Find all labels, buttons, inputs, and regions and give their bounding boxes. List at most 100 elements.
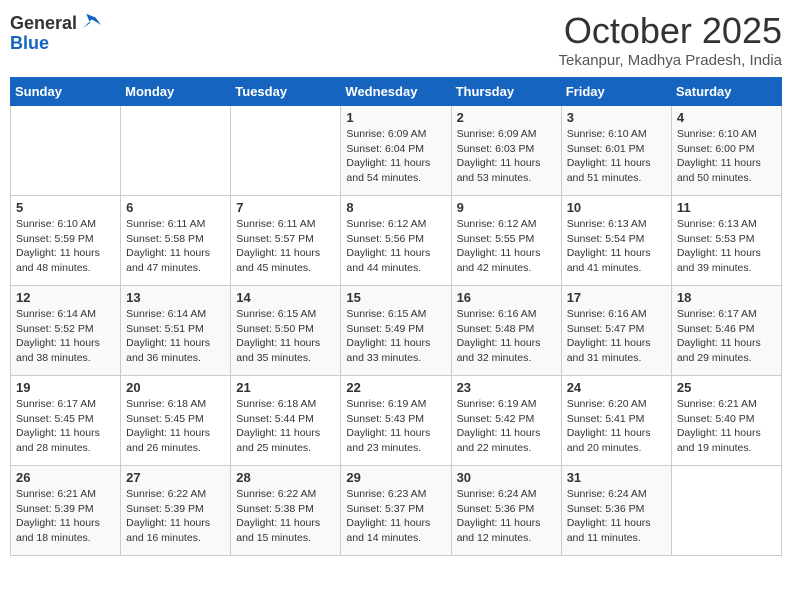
calendar-week-row: 26Sunrise: 6:21 AM Sunset: 5:39 PM Dayli… — [11, 466, 782, 556]
weekday-header-friday: Friday — [561, 78, 671, 106]
title-block: October 2025 Tekanpur, Madhya Pradesh, I… — [559, 10, 782, 69]
day-info: Sunrise: 6:13 AM Sunset: 5:54 PM Dayligh… — [567, 217, 666, 276]
day-info: Sunrise: 6:09 AM Sunset: 6:03 PM Dayligh… — [457, 127, 556, 186]
day-number: 14 — [236, 290, 335, 305]
day-number: 27 — [126, 470, 225, 485]
day-info: Sunrise: 6:12 AM Sunset: 5:56 PM Dayligh… — [346, 217, 445, 276]
day-number: 28 — [236, 470, 335, 485]
calendar-week-row: 12 Sunrise: 6:14 AM Sunset: 5:52 PM Dayli… — [11, 286, 782, 376]
day-number: 29 — [346, 470, 445, 485]
calendar-cell: 26Sunrise: 6:21 AM Sunset: 5:39 PM Dayli… — [11, 466, 121, 556]
weekday-header-saturday: Saturday — [671, 78, 781, 106]
calendar-cell: 13 Sunrise: 6:14 AM Sunset: 5:51 PM Dayli… — [121, 286, 231, 376]
day-info: Sunrise: 6:23 AM Sunset: 5:37 PM Dayligh… — [346, 487, 445, 546]
calendar-week-row: 1 Sunrise: 6:09 AM Sunset: 6:04 PM Daylig… — [11, 106, 782, 196]
day-info: Sunrise: 6:09 AM Sunset: 6:04 PM Dayligh… — [346, 127, 445, 186]
day-number: 21 — [236, 380, 335, 395]
day-info: Sunrise: 6:21 AM Sunset: 5:39 PM Dayligh… — [16, 487, 115, 546]
calendar-cell — [671, 466, 781, 556]
day-number: 1 — [346, 110, 445, 125]
calendar-cell: 11 Sunrise: 6:13 AM Sunset: 5:53 PM Dayli… — [671, 196, 781, 286]
calendar-cell: 15Sunrise: 6:15 AM Sunset: 5:49 PM Dayli… — [341, 286, 451, 376]
day-number: 19 — [16, 380, 115, 395]
calendar-cell: 29 Sunrise: 6:23 AM Sunset: 5:37 PM Dayli… — [341, 466, 451, 556]
calendar-cell: 5 Sunrise: 6:10 AM Sunset: 5:59 PM Daylig… — [11, 196, 121, 286]
month-title: October 2025 — [559, 10, 782, 52]
day-number: 30 — [457, 470, 556, 485]
logo-general-text: General — [10, 14, 77, 34]
calendar-cell: 21 Sunrise: 6:18 AM Sunset: 5:44 PM Dayli… — [231, 376, 341, 466]
day-info: Sunrise: 6:18 AM Sunset: 5:44 PM Dayligh… — [236, 397, 335, 456]
calendar-table: SundayMondayTuesdayWednesdayThursdayFrid… — [10, 77, 782, 556]
calendar-cell: 25Sunrise: 6:21 AM Sunset: 5:40 PM Dayli… — [671, 376, 781, 466]
day-info: Sunrise: 6:15 AM Sunset: 5:49 PM Dayligh… — [346, 307, 445, 366]
day-info: Sunrise: 6:14 AM Sunset: 5:51 PM Dayligh… — [126, 307, 225, 366]
day-info: Sunrise: 6:22 AM Sunset: 5:38 PM Dayligh… — [236, 487, 335, 546]
calendar-cell: 3Sunrise: 6:10 AM Sunset: 6:01 PM Daylig… — [561, 106, 671, 196]
weekday-header-thursday: Thursday — [451, 78, 561, 106]
day-number: 5 — [16, 200, 115, 215]
day-number: 22 — [346, 380, 445, 395]
calendar-cell: 1 Sunrise: 6:09 AM Sunset: 6:04 PM Daylig… — [341, 106, 451, 196]
calendar-cell: 22 Sunrise: 6:19 AM Sunset: 5:43 PM Dayli… — [341, 376, 451, 466]
day-info: Sunrise: 6:10 AM Sunset: 5:59 PM Dayligh… — [16, 217, 115, 276]
calendar-cell: 28 Sunrise: 6:22 AM Sunset: 5:38 PM Dayli… — [231, 466, 341, 556]
day-info: Sunrise: 6:10 AM Sunset: 6:01 PM Dayligh… — [567, 127, 666, 186]
weekday-header-monday: Monday — [121, 78, 231, 106]
day-number: 12 — [16, 290, 115, 305]
day-info: Sunrise: 6:13 AM Sunset: 5:53 PM Dayligh… — [677, 217, 776, 276]
calendar-cell: 20 Sunrise: 6:18 AM Sunset: 5:45 PM Dayli… — [121, 376, 231, 466]
day-info: Sunrise: 6:17 AM Sunset: 5:46 PM Dayligh… — [677, 307, 776, 366]
calendar-cell: 17 Sunrise: 6:16 AM Sunset: 5:47 PM Dayli… — [561, 286, 671, 376]
day-number: 25 — [677, 380, 776, 395]
day-number: 20 — [126, 380, 225, 395]
calendar-cell: 31Sunrise: 6:24 AM Sunset: 5:36 PM Dayli… — [561, 466, 671, 556]
day-number: 10 — [567, 200, 666, 215]
day-number: 8 — [346, 200, 445, 215]
weekday-header-tuesday: Tuesday — [231, 78, 341, 106]
calendar-cell: 18Sunrise: 6:17 AM Sunset: 5:46 PM Dayli… — [671, 286, 781, 376]
day-number: 4 — [677, 110, 776, 125]
day-number: 23 — [457, 380, 556, 395]
calendar-week-row: 5 Sunrise: 6:10 AM Sunset: 5:59 PM Daylig… — [11, 196, 782, 286]
day-info: Sunrise: 6:18 AM Sunset: 5:45 PM Dayligh… — [126, 397, 225, 456]
calendar-cell: 12 Sunrise: 6:14 AM Sunset: 5:52 PM Dayli… — [11, 286, 121, 376]
logo: General Blue — [10, 14, 101, 54]
calendar-cell: 16Sunrise: 6:16 AM Sunset: 5:48 PM Dayli… — [451, 286, 561, 376]
calendar-cell: 24 Sunrise: 6:20 AM Sunset: 5:41 PM Dayli… — [561, 376, 671, 466]
calendar-cell: 27 Sunrise: 6:22 AM Sunset: 5:39 PM Dayli… — [121, 466, 231, 556]
logo-icon — [79, 12, 101, 34]
day-number: 24 — [567, 380, 666, 395]
day-info: Sunrise: 6:19 AM Sunset: 5:43 PM Dayligh… — [346, 397, 445, 456]
page-header: General Blue October 2025 Tekanpur, Madh… — [10, 10, 782, 69]
day-info: Sunrise: 6:17 AM Sunset: 5:45 PM Dayligh… — [16, 397, 115, 456]
day-number: 31 — [567, 470, 666, 485]
calendar-cell: 30Sunrise: 6:24 AM Sunset: 5:36 PM Dayli… — [451, 466, 561, 556]
calendar-cell — [11, 106, 121, 196]
calendar-cell — [231, 106, 341, 196]
calendar-cell — [121, 106, 231, 196]
day-number: 2 — [457, 110, 556, 125]
weekday-header-row: SundayMondayTuesdayWednesdayThursdayFrid… — [11, 78, 782, 106]
weekday-header-sunday: Sunday — [11, 78, 121, 106]
calendar-cell: 4 Sunrise: 6:10 AM Sunset: 6:00 PM Daylig… — [671, 106, 781, 196]
day-number: 11 — [677, 200, 776, 215]
calendar-cell: 2 Sunrise: 6:09 AM Sunset: 6:03 PM Daylig… — [451, 106, 561, 196]
day-number: 17 — [567, 290, 666, 305]
day-number: 9 — [457, 200, 556, 215]
calendar-week-row: 19 Sunrise: 6:17 AM Sunset: 5:45 PM Dayli… — [11, 376, 782, 466]
day-number: 7 — [236, 200, 335, 215]
day-number: 16 — [457, 290, 556, 305]
day-info: Sunrise: 6:14 AM Sunset: 5:52 PM Dayligh… — [16, 307, 115, 366]
logo-blue-text: Blue — [10, 33, 49, 53]
day-info: Sunrise: 6:10 AM Sunset: 6:00 PM Dayligh… — [677, 127, 776, 186]
day-info: Sunrise: 6:16 AM Sunset: 5:47 PM Dayligh… — [567, 307, 666, 366]
day-info: Sunrise: 6:22 AM Sunset: 5:39 PM Dayligh… — [126, 487, 225, 546]
day-info: Sunrise: 6:20 AM Sunset: 5:41 PM Dayligh… — [567, 397, 666, 456]
day-info: Sunrise: 6:11 AM Sunset: 5:57 PM Dayligh… — [236, 217, 335, 276]
calendar-cell: 10 Sunrise: 6:13 AM Sunset: 5:54 PM Dayli… — [561, 196, 671, 286]
day-number: 13 — [126, 290, 225, 305]
location-subtitle: Tekanpur, Madhya Pradesh, India — [559, 52, 782, 69]
calendar-cell: 14Sunrise: 6:15 AM Sunset: 5:50 PM Dayli… — [231, 286, 341, 376]
day-info: Sunrise: 6:19 AM Sunset: 5:42 PM Dayligh… — [457, 397, 556, 456]
